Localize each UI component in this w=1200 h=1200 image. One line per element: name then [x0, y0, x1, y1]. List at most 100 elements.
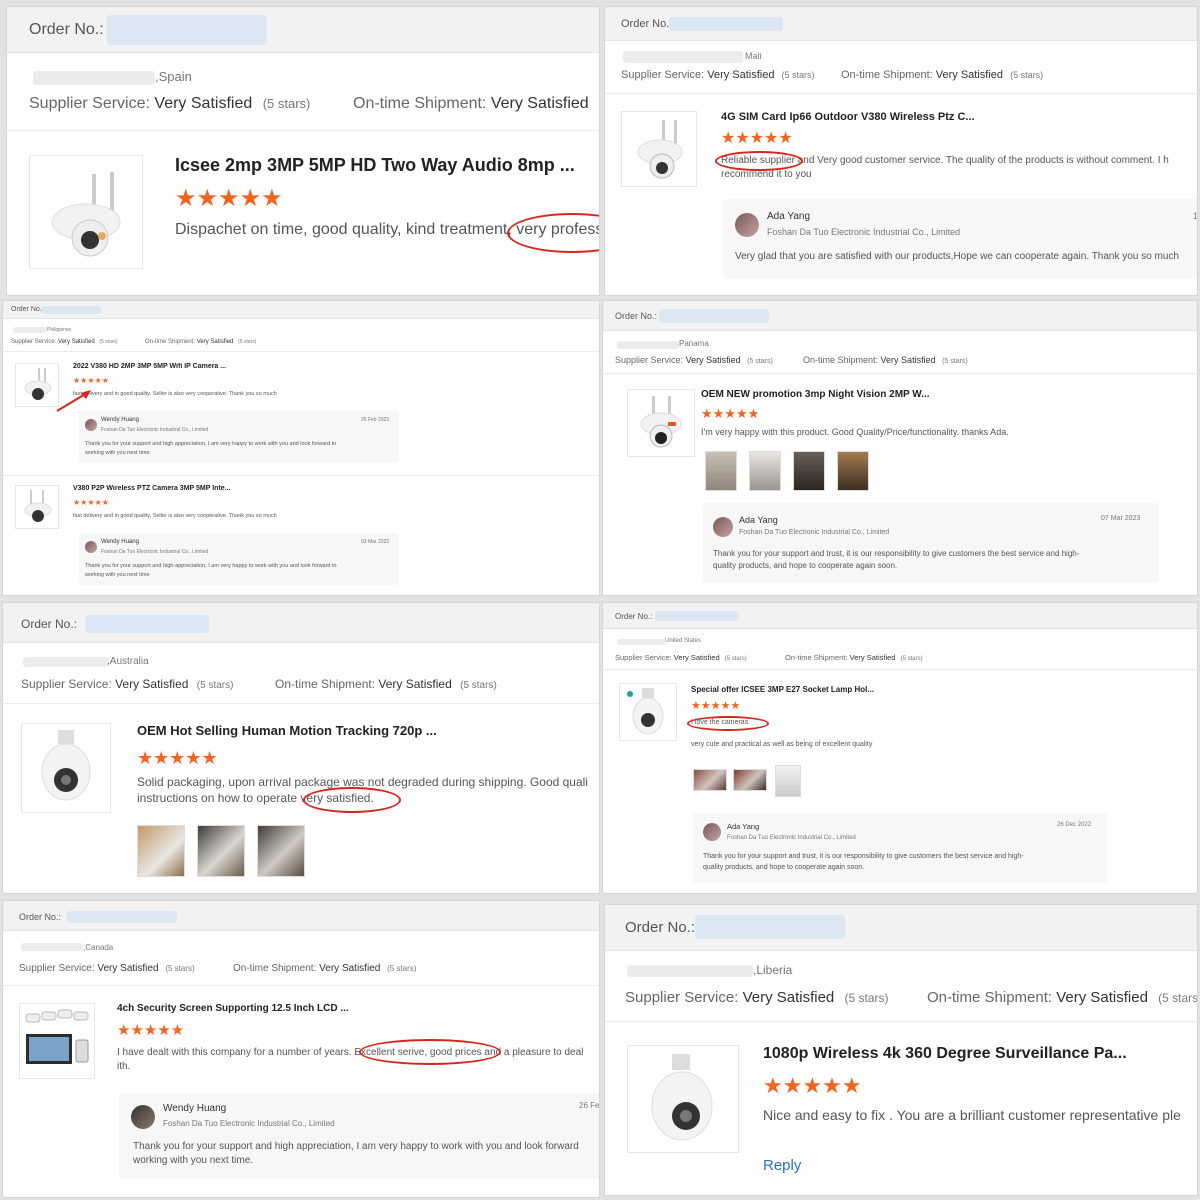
seller-reply-box: Wendy Huang Foshan Da Tuo Electronic Ind…: [119, 1093, 600, 1179]
rating-line: Supplier Service: Very Satisfied (5 star…: [11, 339, 118, 345]
seller-reply-box: Ada Yang Foshan Da Tuo Electronic Indust…: [723, 199, 1197, 279]
buyer-name-blurred: [623, 51, 743, 63]
product-title[interactable]: 1080p Wireless 4k 360 Degree Surveillanc…: [763, 1045, 1127, 1063]
review-photo-2[interactable]: [197, 825, 245, 877]
star-rating: ★★★★★: [117, 1022, 185, 1039]
product-image[interactable]: [19, 1003, 95, 1079]
star-rating: ★★★★★: [137, 748, 218, 768]
reply-date: 26 Fe: [579, 1101, 600, 1110]
rating-line: Supplier Service: Very Satisfied (5 star…: [621, 69, 815, 81]
buyer-country: Mali: [745, 51, 762, 61]
product-title[interactable]: Special offer ICSEE 3MP E27 Socket Lamp …: [691, 685, 874, 694]
review-photo-3[interactable]: [793, 451, 825, 491]
reply-link[interactable]: Reply: [763, 1157, 801, 1174]
reply-name: Wendy Huang: [163, 1103, 227, 1114]
product-image[interactable]: [619, 683, 677, 741]
reply-text-line1: Thank you for your support and high appr…: [85, 441, 337, 447]
order-label: Order No.:: [621, 18, 673, 30]
review-text-line1: I have dealt with this company for a num…: [117, 1047, 584, 1058]
order-number-blurred: [85, 615, 209, 633]
review-photo-2[interactable]: [749, 451, 781, 491]
shipment-label: On-time Shipment:: [927, 989, 1053, 1006]
product-title[interactable]: OEM NEW promotion 3mp Night Vision 2MP W…: [701, 389, 930, 400]
order-header: Order No.:: [603, 301, 1197, 331]
reply-text-line2: quality products, and hope to cooperate …: [703, 864, 865, 871]
shipment-value: Very Satisfied: [1056, 989, 1148, 1006]
review-photo-3[interactable]: [257, 825, 305, 877]
product-image[interactable]: [15, 363, 59, 407]
rating-line: Supplier Service: Very Satisfied (5 star…: [615, 355, 773, 365]
supplier-stars: (5 stars): [747, 358, 773, 365]
product-image[interactable]: [627, 1045, 739, 1153]
order-header: Order No.:: [7, 7, 599, 53]
star-rating: ★★★★★: [73, 498, 109, 507]
review-photo-1[interactable]: [137, 825, 185, 877]
buyer-country: ,Liberia: [753, 963, 793, 977]
review-photo-3[interactable]: [775, 765, 801, 797]
buyer-country: ,Australia: [107, 656, 149, 667]
order-number-blurred: [655, 611, 739, 621]
product-image[interactable]: [621, 111, 697, 187]
avatar: [703, 823, 721, 841]
review-photo-2[interactable]: [733, 769, 767, 791]
review-photo-1[interactable]: [693, 769, 727, 791]
camera-icon: [637, 120, 683, 179]
reply-text-line1: Thank you for your support and trust, it…: [713, 549, 1080, 558]
product-image[interactable]: [15, 485, 59, 529]
review-photo-1[interactable]: [705, 451, 737, 491]
product-title[interactable]: 4G SIM Card Ip66 Outdoor V380 Wireless P…: [721, 111, 975, 123]
supplier-service-label: Supplier Service:: [615, 653, 672, 662]
shipment-line: On-time Shipment: Very Satisfied (5 star…: [275, 677, 497, 691]
supplier-service-label: Supplier Service:: [625, 989, 739, 1006]
avatar: [735, 213, 759, 237]
shipment-line: On-time Shipment: Very Satisfied (5 star…: [841, 69, 1043, 81]
order-number-blurred: [695, 915, 845, 939]
product-image[interactable]: [627, 389, 695, 457]
reply-text-line2: working with you next time: [85, 450, 150, 456]
product-image[interactable]: [29, 155, 143, 269]
product-title[interactable]: 4ch Security Screen Supporting 12.5 Inch…: [117, 1003, 349, 1014]
shipment-label: On-time Shipment:: [233, 963, 317, 974]
buyer-country: Panama: [679, 339, 709, 348]
supplier-service-value: Very Satisfied: [673, 653, 720, 662]
avatar: [131, 1105, 155, 1129]
avatar: [713, 517, 733, 537]
review-photo-4[interactable]: [837, 451, 869, 491]
buyer-country: ,Spain: [155, 69, 192, 84]
shipment-value: Very Satisfied: [490, 95, 589, 112]
review-card-liberia: Order No.: ,Liberia Supplier Service: Ve…: [604, 904, 1198, 1196]
product-title[interactable]: 2022 V380 HD 2MP 3MP 5MP Wifi IP Camera …: [73, 363, 226, 370]
review-card-canada: Order No.: ,Canada Supplier Service: Ver…: [2, 900, 600, 1198]
order-header: Order No.:: [605, 7, 1197, 41]
order-number-blurred: [669, 17, 783, 31]
star-rating: ★★★★★: [701, 406, 760, 421]
order-number-blurred: [659, 309, 769, 323]
reply-name: Wendy Huang: [101, 539, 139, 545]
supplier-service-value: Very Satisfied: [154, 95, 253, 112]
reply-company: Foshan Da Tuo Electronic Industrial Co.,…: [163, 1119, 335, 1128]
reply-name: Wendy Huang: [101, 417, 139, 423]
seller-reply-box: Ada Yang Foshan Da Tuo Electronic Indust…: [703, 503, 1159, 583]
product-image[interactable]: [21, 723, 111, 813]
supplier-stars: (5 stars): [262, 96, 311, 111]
review-card-mali: Order No.: Mali Supplier Service: Very S…: [604, 6, 1198, 296]
star-rating: ★★★★★: [763, 1073, 862, 1098]
order-number-blurred: [67, 911, 177, 923]
review-text: Nice and easy to fix . You are a brillia…: [763, 1107, 1181, 1123]
order-label: Order No.:: [21, 617, 78, 631]
product-title[interactable]: OEM Hot Selling Human Motion Tracking 72…: [137, 723, 437, 738]
product-title[interactable]: V380 P2P Wireless PTZ Camera 3MP 5MP Int…: [73, 485, 231, 492]
camera-icon: [51, 172, 121, 257]
review-card-spain: Order No.: ,Spain Supplier Service: Very…: [6, 6, 600, 296]
reply-text: Very glad that you are satisfied with ou…: [735, 251, 1179, 262]
supplier-stars: (5 stars): [99, 339, 118, 345]
supplier-service-value: Very Satisfied: [97, 963, 159, 974]
supplier-stars: (5 stars): [781, 70, 815, 80]
product-title[interactable]: Icsee 2mp 3MP 5MP HD Two Way Audio 8mp .…: [175, 155, 575, 176]
supplier-service-label: Supplier Service:: [19, 963, 95, 974]
reply-date: 26 Feb 2023: [361, 417, 390, 423]
order-label: Order No.: [11, 306, 42, 313]
shipment-stars: (5 stars): [238, 339, 257, 345]
reply-text-line1: Thank you for your support and trust, it…: [703, 853, 1024, 860]
highlight-circle: [507, 213, 599, 253]
